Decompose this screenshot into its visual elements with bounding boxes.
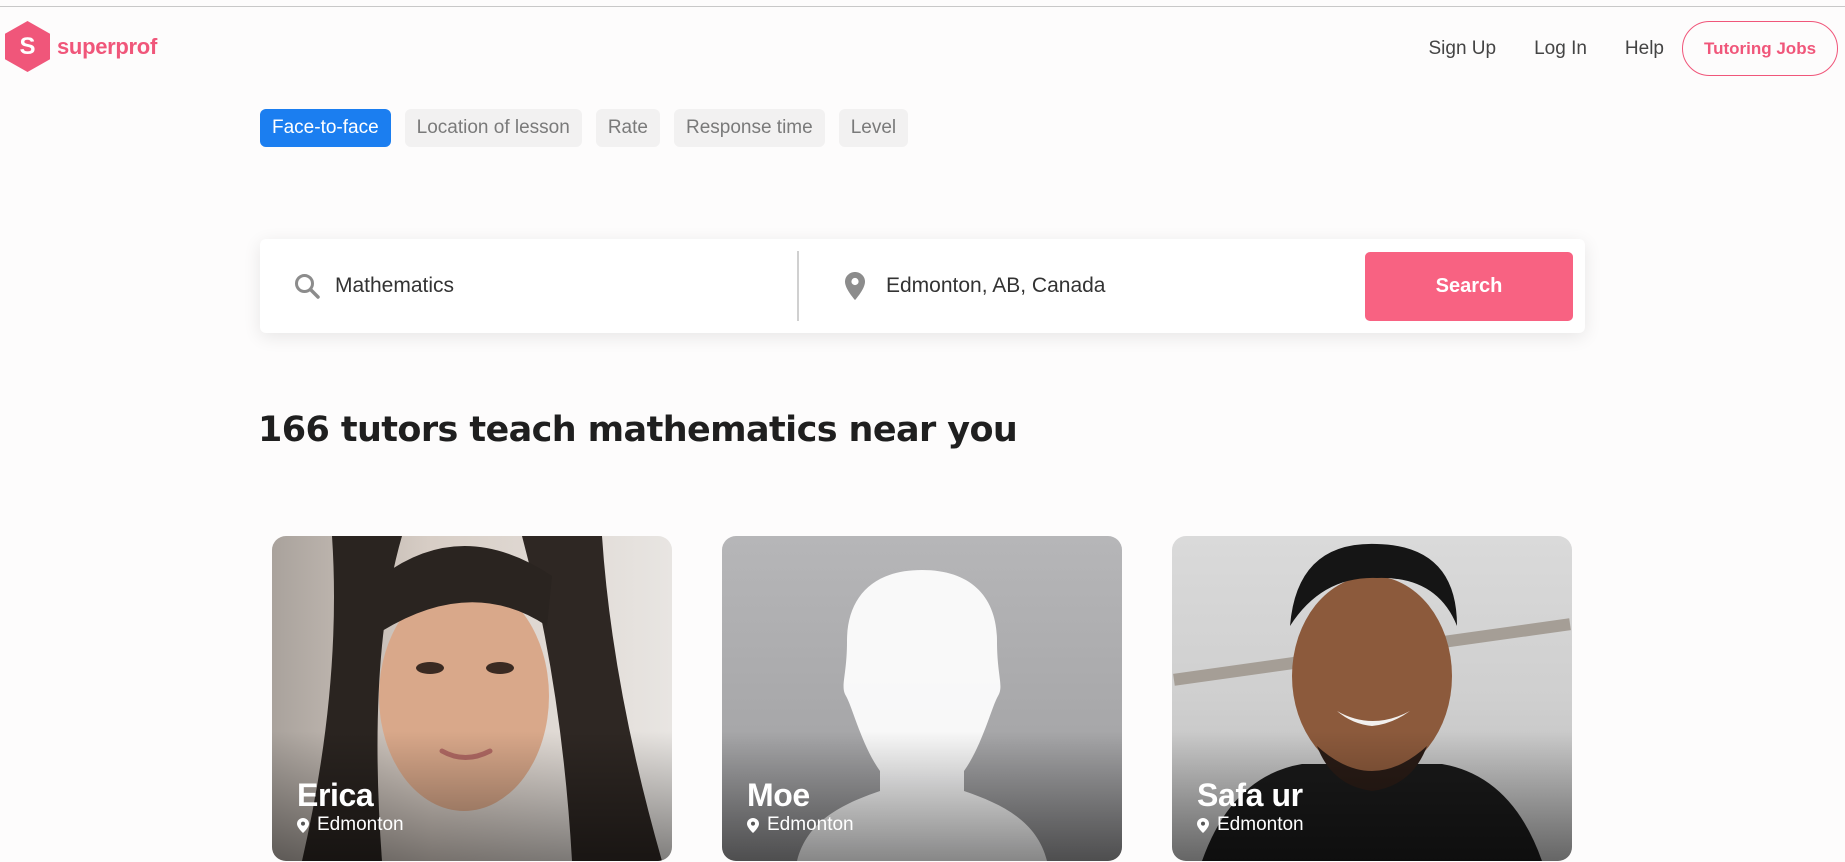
logo-mark-icon: S <box>5 21 50 72</box>
top-nav: Sign Up Log In Help Tutoring Jobs <box>1428 21 1838 76</box>
tutor-city: Edmonton <box>767 814 854 835</box>
sign-up-link[interactable]: Sign Up <box>1428 38 1496 60</box>
filter-location-of-lesson[interactable]: Location of lesson <box>404 109 582 147</box>
search-bar: Search <box>260 239 1585 333</box>
tutor-card[interactable]: Erica Edmonton <box>272 536 672 861</box>
filter-face-to-face[interactable]: Face-to-face <box>260 109 391 147</box>
tutor-card[interactable]: Moe Edmonton <box>722 536 1122 861</box>
tutor-card[interactable]: Safa ur Edmonton <box>1172 536 1572 861</box>
search-divider <box>797 251 799 321</box>
map-pin-icon <box>845 272 865 300</box>
tutor-name: Safa ur <box>1197 777 1303 813</box>
subject-input[interactable] <box>335 266 735 306</box>
map-pin-icon <box>297 817 309 833</box>
filter-response-time[interactable]: Response time <box>673 109 825 147</box>
top-border <box>0 6 1845 7</box>
search-button[interactable]: Search <box>1365 252 1573 321</box>
log-in-link[interactable]: Log In <box>1534 38 1587 60</box>
search-icon <box>295 274 320 299</box>
tutoring-jobs-button[interactable]: Tutoring Jobs <box>1682 21 1838 76</box>
filter-level[interactable]: Level <box>838 109 909 147</box>
filter-bar: Face-to-face Location of lesson Rate Res… <box>260 109 909 147</box>
tutor-location: Edmonton <box>1197 814 1304 836</box>
tutor-location: Edmonton <box>747 814 854 836</box>
results-title: 166 tutors teach mathematics near you <box>258 410 1018 450</box>
filter-rate[interactable]: Rate <box>595 109 660 147</box>
location-input[interactable] <box>886 266 1366 306</box>
tutor-city: Edmonton <box>317 814 404 835</box>
help-link[interactable]: Help <box>1625 38 1664 60</box>
logo-text: superprof <box>57 33 157 59</box>
superprof-logo[interactable]: S superprof <box>5 21 157 72</box>
tutor-name: Erica <box>297 777 374 813</box>
tutor-city: Edmonton <box>1217 814 1304 835</box>
map-pin-icon <box>1197 817 1209 833</box>
tutor-name: Moe <box>747 777 810 813</box>
map-pin-icon <box>747 817 759 833</box>
tutor-location: Edmonton <box>297 814 404 836</box>
